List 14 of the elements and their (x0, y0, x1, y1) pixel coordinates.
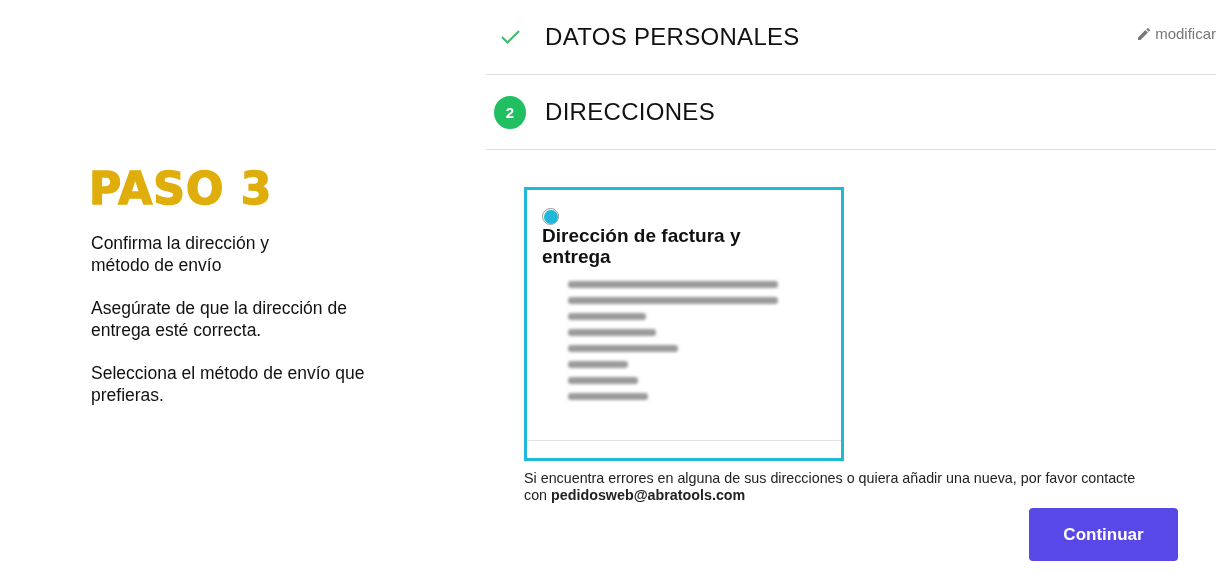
step-title: DIRECCIONES (545, 98, 715, 126)
step-title: DATOS PERSONALES (545, 23, 800, 51)
checkmark-icon (500, 30, 520, 44)
contact-note: Si encuentra errores en alguna de sus direcciones o quiera añadir una nueva, por favor contacte con pedidosweb@abratools.com (524, 470, 1137, 504)
step-heading: PASO 3 (89, 166, 273, 212)
instruction-text: Asegúrate de que la dirección de entrega esté correcta. (91, 297, 347, 341)
edit-link[interactable]: modificar (1138, 25, 1216, 42)
continue-button[interactable]: Continuar (1029, 508, 1178, 561)
radio-button[interactable] (542, 208, 559, 225)
instruction-text: Selecciona el método de envío que prefieras. (91, 362, 365, 406)
pencil-icon (1138, 27, 1152, 40)
address-title: Dirección de factura y entrega (542, 225, 742, 267)
instruction-text: Confirma la dirección y método de envío (91, 232, 269, 276)
step-number: 2 (494, 95, 526, 129)
